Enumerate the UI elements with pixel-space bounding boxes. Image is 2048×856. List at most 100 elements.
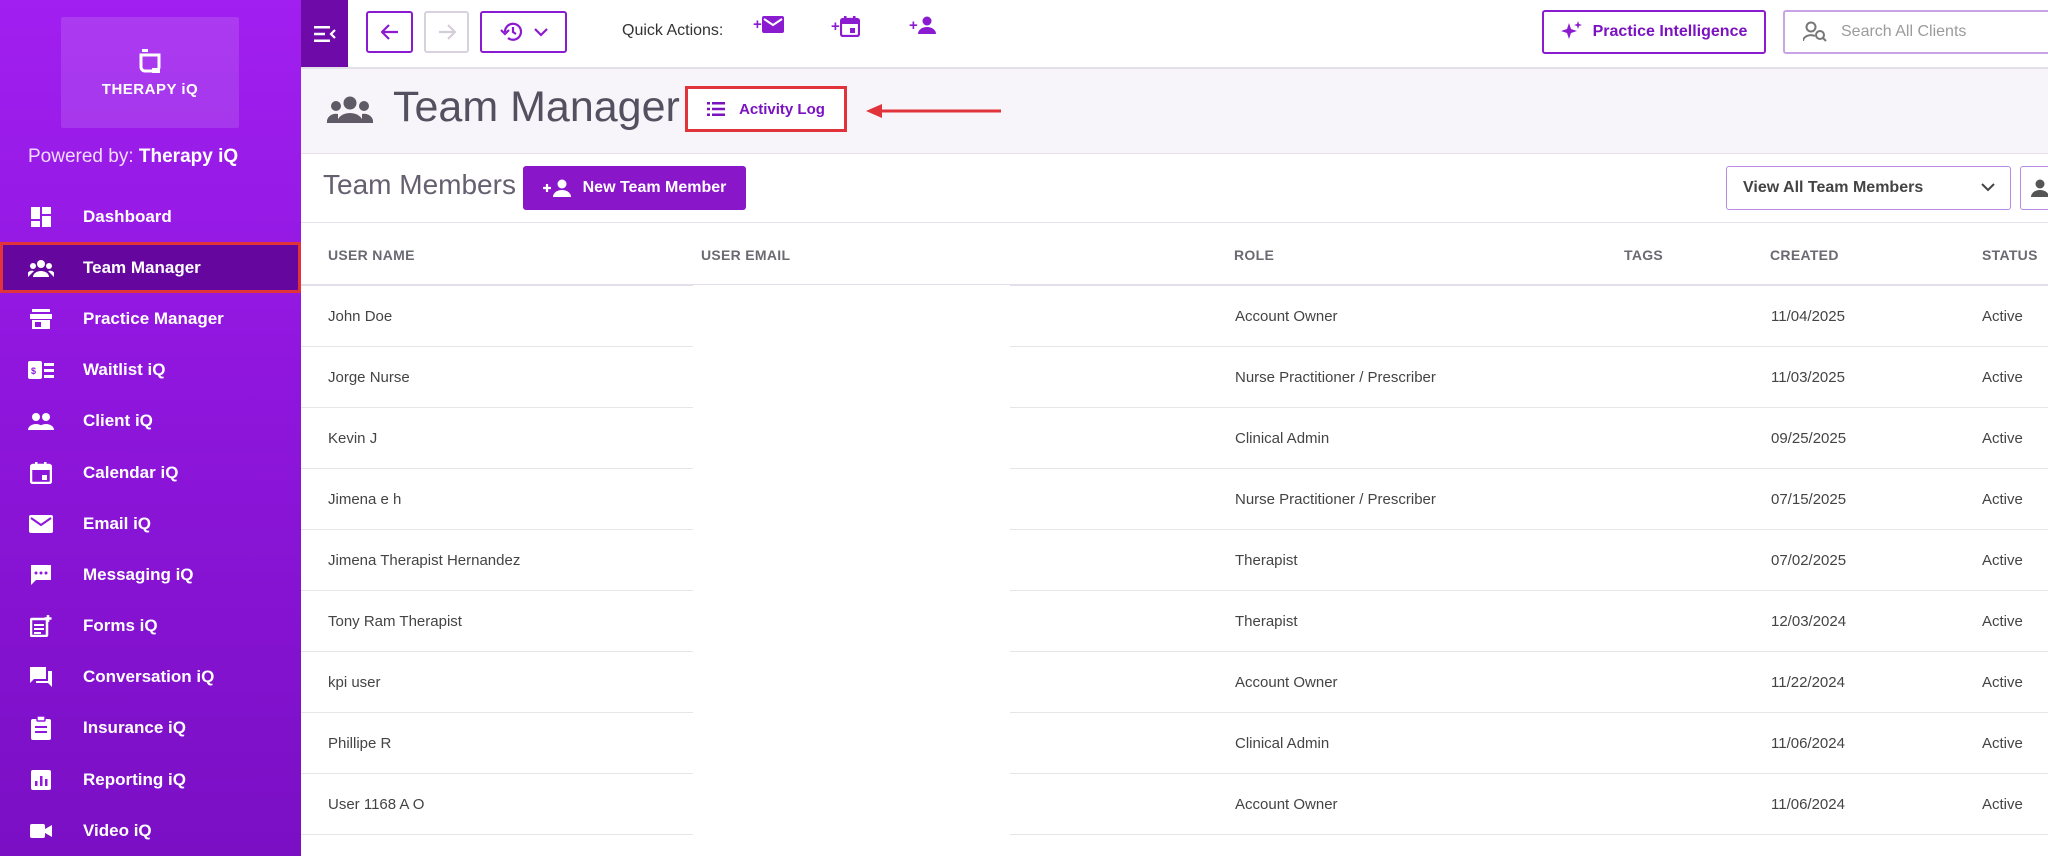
message-icon (28, 562, 54, 588)
person-search-icon (1803, 21, 1827, 42)
forward-button[interactable] (424, 11, 469, 53)
cell-role: Nurse Practitioner / Prescriber (1235, 369, 1436, 386)
back-button[interactable] (366, 11, 413, 53)
team-icon (28, 255, 54, 281)
sidebar-item-conversation[interactable]: Conversation iQ (0, 652, 301, 703)
sidebar-item-label: Waitlist iQ (83, 360, 166, 380)
sidebar-item-label: Client iQ (83, 411, 153, 431)
menu-collapse-icon (313, 25, 336, 42)
history-icon (499, 22, 522, 41)
team-members-table: USER NAME USER EMAIL ROLE TAGS CREATED S… (301, 224, 2048, 835)
quick-add-client-button[interactable]: + (909, 16, 936, 34)
cell-status: Active (1982, 796, 2023, 813)
conversation-icon (28, 664, 54, 690)
table-row[interactable]: John Doe Account Owner 11/04/2025 Active (301, 286, 2048, 347)
column-header-tags[interactable]: TAGS (1624, 247, 1663, 263)
table-row[interactable]: kpi user Account Owner 11/22/2024 Active (301, 652, 2048, 713)
search-placeholder: Search All Clients (1841, 23, 1967, 40)
practice-intelligence-button[interactable]: Practice Intelligence (1542, 10, 1766, 54)
cell-status: Active (1982, 491, 2023, 508)
column-header-user-email[interactable]: USER EMAIL (701, 247, 790, 263)
cell-user-name: Jimena e h (328, 491, 402, 508)
cell-status: Active (1982, 552, 2023, 569)
arrow-right-icon (438, 24, 456, 40)
clients-icon (28, 408, 54, 434)
sidebar-item-dashboard[interactable]: Dashboard (0, 191, 301, 242)
add-person-icon (542, 179, 571, 197)
store-icon (28, 306, 54, 332)
cell-user-name: Jorge Nurse (328, 369, 410, 386)
view-select-value: View All Team Members (1743, 179, 1924, 196)
table-row[interactable]: Jimena Therapist Hernandez Therapist 07/… (301, 530, 2048, 591)
user-options-button[interactable] (2020, 166, 2048, 210)
sidebar-item-label: Practice Manager (83, 308, 224, 328)
sidebar-item-practice-manager[interactable]: Practice Manager (0, 293, 301, 344)
sidebar-item-label: Messaging iQ (83, 564, 194, 584)
cell-created: 11/04/2025 (1771, 308, 1845, 325)
table-row[interactable]: User 1168 A O Account Owner 11/06/2024 A… (301, 774, 2048, 835)
sidebar-item-team-manager[interactable]: Team Manager (0, 242, 301, 294)
cell-created: 12/03/2024 (1771, 613, 1847, 630)
powered-by: Powered by: Therapy iQ (28, 146, 238, 168)
sidebar: THERAPY iQ Powered by: Therapy iQ Dashbo… (0, 0, 301, 856)
sidebar-item-calendar[interactable]: Calendar iQ (0, 447, 301, 498)
sidebar-item-waitlist[interactable]: $ Waitlist iQ (0, 345, 301, 396)
insurance-icon (28, 715, 54, 741)
chevron-down-icon (1981, 183, 1995, 192)
cell-user-name: Jimena Therapist Hernandez (328, 552, 521, 569)
cell-role: Therapist (1235, 552, 1298, 569)
cell-created: 11/22/2024 (1771, 674, 1845, 691)
column-header-created[interactable]: CREATED (1770, 247, 1839, 263)
table-row[interactable]: Jimena e h Nurse Practitioner / Prescrib… (301, 469, 2048, 530)
plus-icon: + (753, 16, 762, 33)
logo[interactable]: THERAPY iQ (61, 17, 239, 128)
calendar-icon (839, 16, 860, 37)
activity-log-button[interactable]: Activity Log (685, 86, 847, 132)
person-icon (917, 16, 936, 34)
chevron-down-icon (533, 27, 548, 37)
dashboard-icon (28, 204, 54, 230)
logo-text: THERAPY iQ (101, 81, 199, 98)
sidebar-item-forms[interactable]: Forms iQ (0, 601, 301, 652)
team-icon (327, 96, 373, 123)
table-row[interactable]: Jorge Nurse Nurse Practitioner / Prescri… (301, 347, 2048, 408)
sidebar-item-insurance[interactable]: Insurance iQ (0, 703, 301, 754)
column-header-status[interactable]: STATUS (1982, 247, 2038, 263)
search-clients-input[interactable]: Search All Clients (1783, 10, 2048, 54)
column-header-user-name[interactable]: USER NAME (328, 247, 415, 263)
person-icon (2031, 179, 2048, 197)
sidebar-item-label: Team Manager (83, 257, 201, 277)
cell-role: Account Owner (1235, 796, 1338, 813)
sidebar-item-reporting[interactable]: Reporting iQ (0, 754, 301, 805)
new-team-member-button[interactable]: New Team Member (523, 166, 746, 210)
page-header: Team Manager Activity Log (301, 69, 2048, 154)
video-icon (28, 818, 54, 844)
page-title: Team Manager (393, 83, 680, 131)
sidebar-item-messaging[interactable]: Messaging iQ (0, 549, 301, 600)
quick-add-appointment-button[interactable]: + (831, 16, 860, 37)
email-icon (28, 511, 54, 537)
cell-user-name: John Doe (328, 308, 393, 325)
cell-created: 07/02/2025 (1771, 552, 1847, 569)
quick-add-email-button[interactable]: + (753, 16, 784, 33)
sidebar-item-label: Email iQ (83, 513, 152, 533)
history-dropdown-button[interactable] (480, 11, 567, 53)
arrow-left-icon (380, 24, 398, 40)
cell-created: 11/03/2025 (1771, 369, 1845, 386)
cell-role: Account Owner (1235, 674, 1338, 691)
sidebar-item-email[interactable]: Email iQ (0, 498, 301, 549)
table-row[interactable]: Phillipe R Clinical Admin 11/06/2024 Act… (301, 713, 2048, 774)
collapse-sidebar-button[interactable] (301, 0, 348, 67)
sidebar-item-client[interactable]: Client iQ (0, 396, 301, 447)
practice-intelligence-label: Practice Intelligence (1592, 23, 1748, 40)
cell-status: Active (1982, 430, 2023, 447)
cell-created: 09/25/2025 (1771, 430, 1847, 447)
quick-actions-label: Quick Actions: (622, 22, 724, 39)
sidebar-item-video[interactable]: Video iQ (0, 805, 301, 856)
view-team-members-select[interactable]: View All Team Members (1726, 166, 2011, 210)
sparkle-icon (1560, 21, 1582, 39)
table-row[interactable]: Tony Ram Therapist Therapist 12/03/2024 … (301, 591, 2048, 652)
column-header-role[interactable]: ROLE (1234, 247, 1274, 263)
table-row[interactable]: Kevin J Clinical Admin 09/25/2025 Active (301, 408, 2048, 469)
cell-status: Active (1982, 735, 2023, 752)
